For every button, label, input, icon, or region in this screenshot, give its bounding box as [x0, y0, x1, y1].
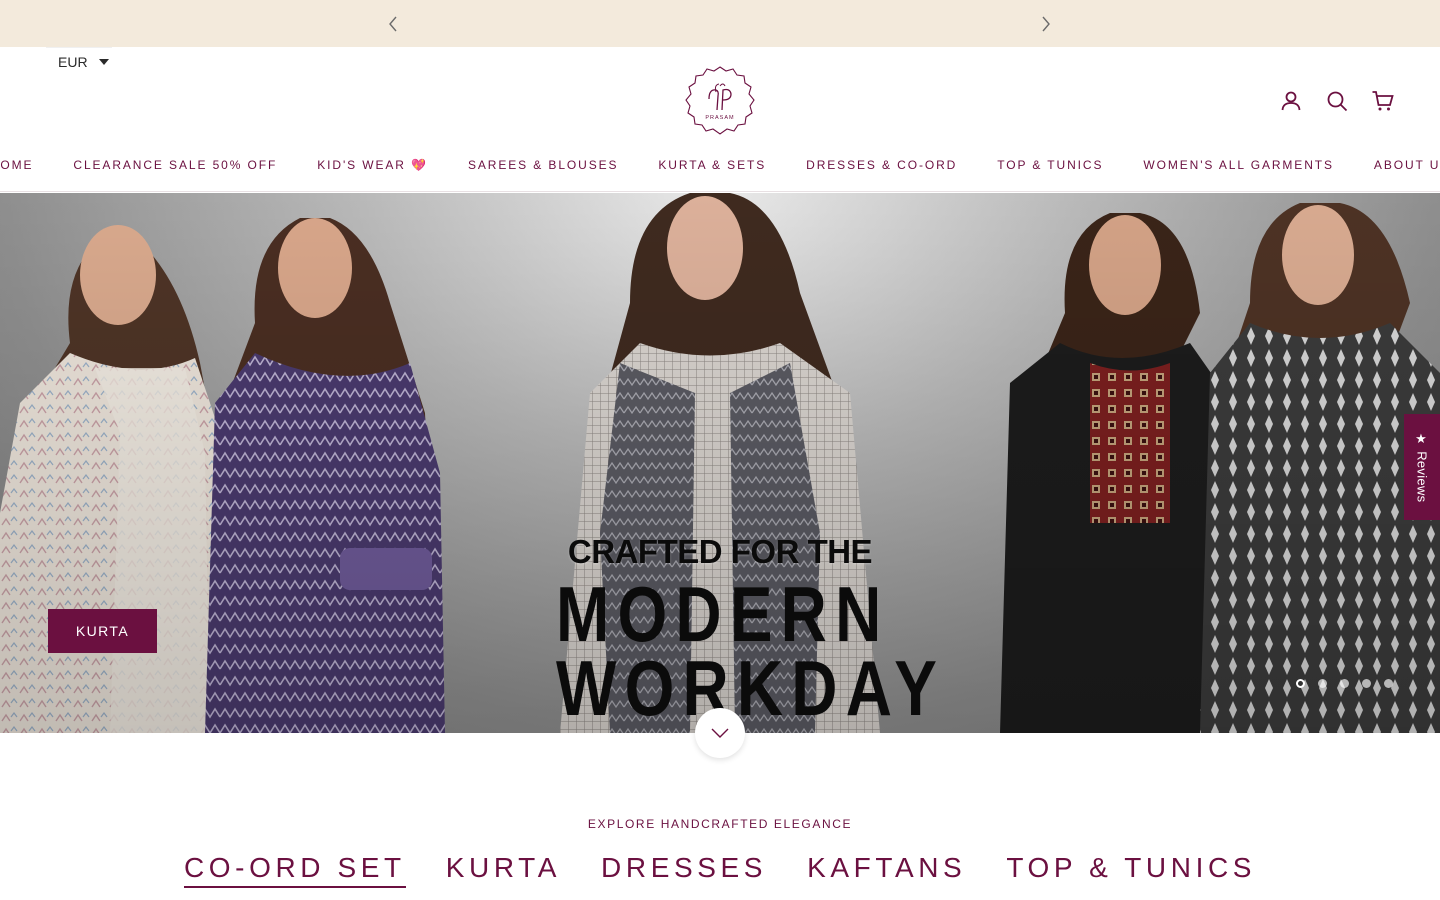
currency-label: EUR	[58, 53, 88, 70]
nav-item-kids-wear[interactable]: KID'S WEAR 💖	[317, 158, 428, 172]
chevron-right-icon	[1042, 16, 1050, 32]
scroll-down-button[interactable]	[695, 708, 745, 758]
nav-item-sarees-blouses[interactable]: SAREES & BLOUSES	[468, 158, 618, 172]
announcement-prev-button[interactable]	[381, 12, 405, 36]
brand-logo[interactable]: PRASAM	[683, 65, 757, 139]
cart-button[interactable]	[1370, 88, 1396, 114]
tab-kurta[interactable]: KURTA	[446, 852, 561, 888]
hero-slideshow[interactable]: CRAFTED FOR THE MODERN WORKDAY KURTA	[0, 193, 1440, 733]
slide-dot-4[interactable]	[1362, 679, 1371, 688]
search-button[interactable]	[1324, 88, 1350, 114]
nav-item-top-tunics[interactable]: TOP & TUNICS	[997, 158, 1103, 172]
account-button[interactable]	[1278, 88, 1304, 114]
header-actions	[1278, 88, 1396, 114]
tab-top-tunics[interactable]: TOP & TUNICS	[1006, 852, 1256, 888]
slide-dot-3[interactable]	[1340, 679, 1349, 688]
hero-headline-line-1: CRAFTED FOR THE	[567, 533, 873, 570]
collection-kicker: EXPLORE HANDCRAFTED ELEGANCE	[587, 817, 853, 831]
slide-dot-2[interactable]	[1318, 679, 1327, 688]
currency-selector[interactable]: EUR	[46, 47, 112, 75]
search-icon	[1327, 91, 1348, 112]
svg-text:PRASAM: PRASAM	[705, 115, 734, 121]
tab-kaftans[interactable]: KAFTANS	[807, 852, 966, 888]
hero-cta-button[interactable]: KURTA	[48, 609, 157, 653]
nav-divider	[0, 191, 1440, 192]
nav-item-clearance-sale[interactable]: CLEARANCE SALE 50% OFF	[73, 158, 277, 172]
main-navigation: HOME CLEARANCE SALE 50% OFF KID'S WEAR 💖…	[0, 150, 1440, 180]
account-icon	[1281, 91, 1301, 111]
logo-mark: PRASAM	[685, 66, 755, 135]
nav-item-womens-all-garments[interactable]: WOMEN'S ALL GARMENTS	[1143, 158, 1334, 172]
cart-icon	[1372, 91, 1394, 111]
slide-dot-5[interactable]	[1384, 679, 1393, 688]
caret-down-icon	[98, 58, 109, 65]
hero-headline-line-2: MODERN	[556, 570, 890, 658]
chevron-down-icon	[711, 728, 729, 738]
nav-item-about-us[interactable]: ABOUT US	[1374, 158, 1440, 172]
chevron-left-icon	[389, 16, 397, 32]
slide-dot-1[interactable]	[1296, 679, 1305, 688]
nav-item-home[interactable]: HOME	[0, 158, 33, 172]
reviews-tab[interactable]: ★ Reviews	[1404, 414, 1440, 520]
tab-dresses[interactable]: DRESSES	[601, 852, 767, 888]
tab-coord-set[interactable]: CO-ORD SET	[183, 852, 406, 888]
reviews-tab-label: ★ Reviews	[1414, 431, 1430, 503]
collection-tabs: CO-ORD SET KURTA DRESSES KAFTANS TOP & T…	[0, 852, 1440, 888]
nav-item-kurta-sets[interactable]: KURTA & SETS	[658, 158, 766, 172]
hero-headline: CRAFTED FOR THE MODERN WORKDAY	[520, 533, 937, 727]
slide-pagination	[1296, 679, 1393, 688]
announcement-next-button[interactable]	[1034, 12, 1058, 36]
announcement-bar	[0, 0, 1440, 47]
nav-item-dresses-coord[interactable]: DRESSES & CO-ORD	[806, 158, 957, 172]
